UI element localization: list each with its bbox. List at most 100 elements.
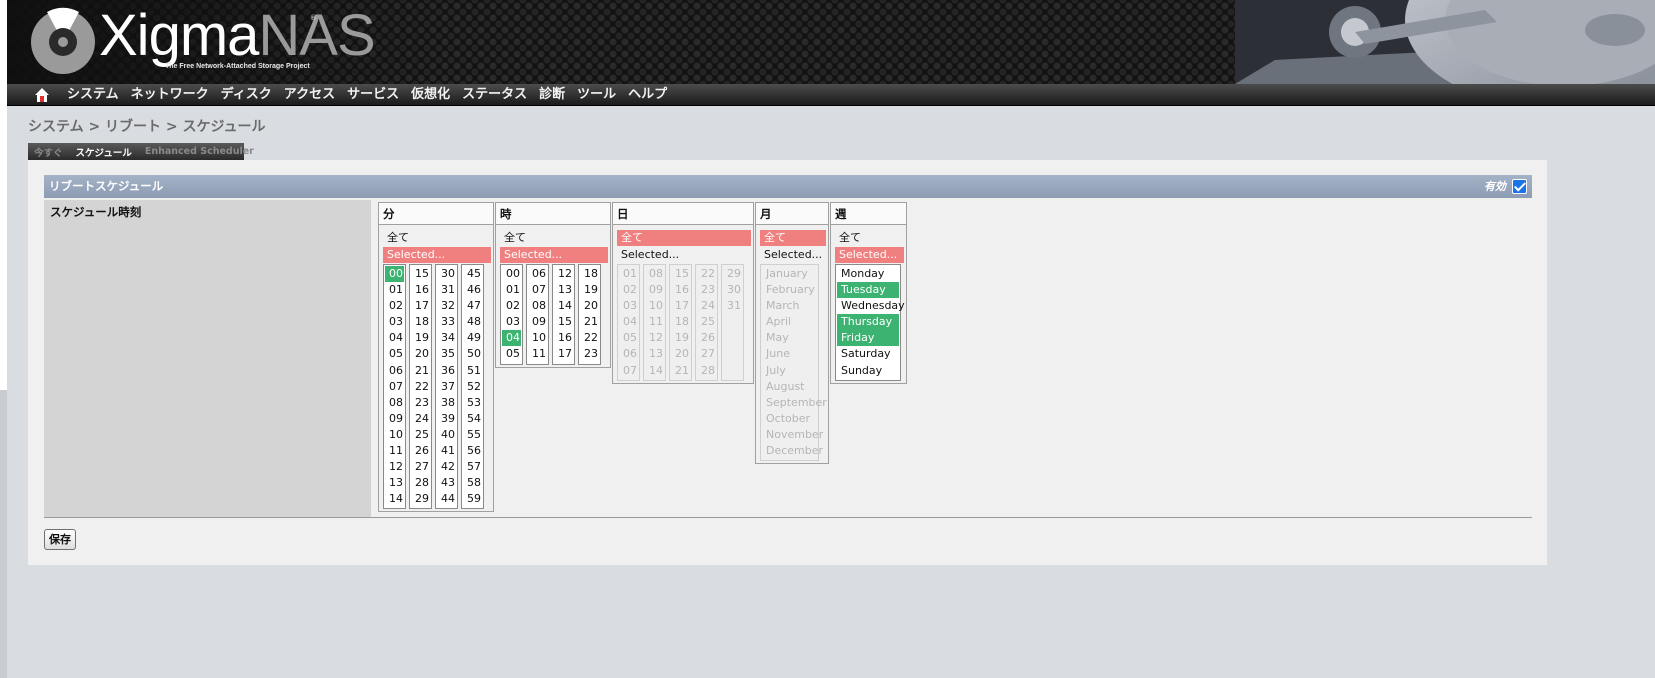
hours-value-item[interactable]: 23	[580, 346, 599, 362]
hours-value-item[interactable]: 17	[554, 346, 573, 362]
hours-list-column[interactable]: 18 19 20 21 22 23	[578, 264, 601, 365]
minutes-value-item[interactable]: 33	[437, 314, 456, 330]
nav-tools[interactable]: ツール	[571, 84, 622, 106]
hours-value-item[interactable]: 08	[528, 298, 547, 314]
hours-value-item[interactable]: 07	[528, 282, 547, 298]
home-icon[interactable]	[34, 87, 50, 103]
minutes-value-item[interactable]: 44	[437, 491, 456, 507]
nav-status[interactable]: ステータス	[456, 84, 533, 106]
minutes-value-item[interactable]: 51	[463, 363, 482, 379]
minutes-value-item[interactable]: 19	[411, 330, 430, 346]
weekdays-value-item[interactable]: Friday	[837, 330, 899, 347]
minutes-value-item[interactable]: 09	[385, 411, 404, 427]
hours-list-column[interactable]: 06 07 08 09 10 11	[526, 264, 549, 365]
nav-help[interactable]: ヘルプ	[622, 84, 673, 106]
minutes-value-item[interactable]: 34	[437, 330, 456, 346]
minutes-value-item[interactable]: 15	[411, 266, 430, 282]
nav-network[interactable]: ネットワーク	[125, 84, 215, 106]
minutes-value-item[interactable]: 06	[385, 363, 404, 379]
days-list-column[interactable]: 22 23 24 25 26 27 28	[695, 264, 718, 381]
hours-value-item[interactable]: 18	[580, 266, 599, 282]
months-option-selected[interactable]: Selected...	[760, 247, 826, 263]
minutes-value-item[interactable]: 10	[385, 427, 404, 443]
nav-virtualization[interactable]: 仮想化	[405, 84, 456, 106]
minutes-value-item[interactable]: 23	[411, 395, 430, 411]
minutes-value-item[interactable]: 55	[463, 427, 482, 443]
minutes-value-item[interactable]: 43	[437, 475, 456, 491]
weekdays-value-item[interactable]: Thursday	[837, 314, 899, 331]
minutes-value-item[interactable]: 12	[385, 459, 404, 475]
minutes-value-item[interactable]: 29	[411, 491, 430, 507]
minutes-value-item[interactable]: 46	[463, 282, 482, 298]
hours-value-item[interactable]: 15	[554, 314, 573, 330]
minutes-value-item[interactable]: 30	[437, 266, 456, 282]
hours-value-item[interactable]: 02	[502, 298, 521, 314]
nav-disks[interactable]: ディスク	[215, 84, 278, 106]
weekdays-option-all[interactable]: 全て	[835, 230, 904, 246]
minutes-value-item[interactable]: 47	[463, 298, 482, 314]
hours-value-item[interactable]: 16	[554, 330, 573, 346]
minutes-value-item[interactable]: 31	[437, 282, 456, 298]
minutes-value-item[interactable]: 05	[385, 346, 404, 362]
minutes-value-item[interactable]: 42	[437, 459, 456, 475]
weekdays-value-item[interactable]: Wednesday	[837, 298, 905, 314]
minutes-value-item[interactable]: 13	[385, 475, 404, 491]
minutes-value-item[interactable]: 24	[411, 411, 430, 427]
minutes-value-item[interactable]: 39	[437, 411, 456, 427]
hours-value-item[interactable]: 03	[502, 314, 521, 330]
minutes-value-item[interactable]: 18	[411, 314, 430, 330]
days-option-all[interactable]: 全て	[617, 230, 751, 246]
minutes-list-column[interactable]: 30 31 32 33 34 35 36 37 38 39 40 41 42 43 44	[435, 264, 458, 510]
minutes-value-item[interactable]: 16	[411, 282, 430, 298]
minutes-value-item[interactable]: 02	[385, 298, 404, 314]
hours-option-selected[interactable]: Selected...	[500, 247, 608, 263]
minutes-value-item[interactable]: 00	[385, 266, 404, 283]
days-list-column[interactable]: 29 30 31	[721, 264, 744, 381]
minutes-value-item[interactable]: 45	[463, 266, 482, 282]
hours-value-item[interactable]: 14	[554, 298, 573, 314]
hours-option-all[interactable]: 全て	[500, 230, 608, 246]
minutes-value-item[interactable]: 35	[437, 346, 456, 362]
minutes-value-item[interactable]: 41	[437, 443, 456, 459]
minutes-option-selected[interactable]: Selected...	[383, 247, 491, 263]
minutes-list-column[interactable]: 15 16 17 18 19 20 21 22 23 24 25 26 27 28 29	[409, 264, 432, 510]
minutes-value-item[interactable]: 48	[463, 314, 482, 330]
tab-reboot-now[interactable]: 今すぐ	[34, 145, 63, 159]
nav-services[interactable]: サービス	[341, 84, 405, 106]
hours-value-item[interactable]: 11	[528, 346, 547, 362]
nav-diagnostics[interactable]: 診断	[533, 84, 571, 106]
minutes-value-item[interactable]: 20	[411, 346, 430, 362]
weekdays-value-item[interactable]: Sunday	[837, 363, 899, 379]
nav-system[interactable]: システム	[61, 84, 125, 106]
minutes-value-item[interactable]: 03	[385, 314, 404, 330]
nav-access[interactable]: アクセス	[278, 84, 341, 106]
hours-value-item[interactable]: 12	[554, 266, 573, 282]
hours-list-column[interactable]: 00 01 02 03 04 05	[500, 264, 523, 365]
weekdays-value-item[interactable]: Tuesday	[837, 282, 899, 299]
hours-value-item[interactable]: 04	[502, 330, 521, 347]
minutes-value-item[interactable]: 07	[385, 379, 404, 395]
minutes-value-item[interactable]: 50	[463, 346, 482, 362]
minutes-value-item[interactable]: 08	[385, 395, 404, 411]
hours-value-item[interactable]: 13	[554, 282, 573, 298]
minutes-value-item[interactable]: 22	[411, 379, 430, 395]
hours-value-item[interactable]: 19	[580, 282, 599, 298]
weekdays-value-item[interactable]: Monday	[837, 266, 899, 282]
hours-value-item[interactable]: 20	[580, 298, 599, 314]
minutes-value-item[interactable]: 57	[463, 459, 482, 475]
months-option-all[interactable]: 全て	[760, 230, 826, 246]
hours-value-item[interactable]: 22	[580, 330, 599, 346]
minutes-list-column[interactable]: 00 01 02 03 04 05 06 07 08 09 10 11 12 13 14	[383, 264, 406, 510]
days-list-column[interactable]: 08 09 10 11 12 13 14	[643, 264, 666, 381]
weekdays-option-selected[interactable]: Selected...	[835, 247, 904, 263]
hours-value-item[interactable]: 06	[528, 266, 547, 282]
minutes-value-item[interactable]: 59	[463, 491, 482, 507]
hours-value-item[interactable]: 09	[528, 314, 547, 330]
minutes-value-item[interactable]: 54	[463, 411, 482, 427]
save-button[interactable]: 保存	[44, 529, 76, 550]
tab-schedule[interactable]: スケジュール	[76, 145, 132, 159]
days-list-column[interactable]: 01 02 03 04 05 06 07	[617, 264, 640, 381]
minutes-value-item[interactable]: 58	[463, 475, 482, 491]
minutes-value-item[interactable]: 04	[385, 330, 404, 346]
enabled-checkbox[interactable]	[1512, 179, 1527, 194]
